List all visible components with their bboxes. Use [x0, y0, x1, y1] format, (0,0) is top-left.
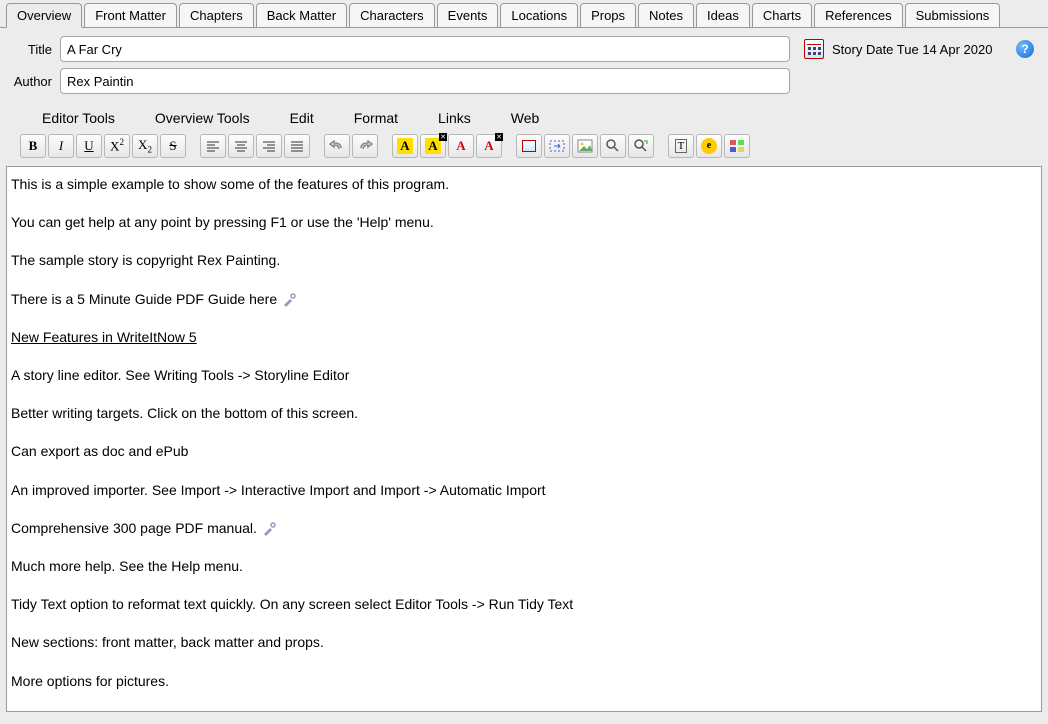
body-paragraph: Better writing targets. Click on the bot…	[11, 404, 1037, 422]
color-palette-button[interactable]	[724, 134, 750, 158]
align-right-button[interactable]	[256, 134, 282, 158]
tab-events[interactable]: Events	[437, 3, 499, 28]
tab-characters[interactable]: Characters	[349, 3, 435, 28]
editor-area[interactable]: This is a simple example to show some of…	[6, 166, 1042, 712]
body-heading: New Features in WriteItNow 5	[11, 328, 1037, 346]
emoji-button[interactable]: e	[696, 134, 722, 158]
body-paragraph: This is a simple example to show some of…	[11, 175, 1037, 193]
title-label: Title	[8, 42, 60, 57]
subscript-button[interactable]: X2	[132, 134, 158, 158]
underline-button[interactable]: U	[76, 134, 102, 158]
body-paragraph: The sample story is copyright Rex Painti…	[11, 251, 1037, 269]
insert-link-button[interactable]	[544, 134, 570, 158]
body-paragraph: There is a 5 Minute Guide PDF Guide here	[11, 290, 1037, 308]
menu-links[interactable]: Links	[438, 110, 471, 126]
tab-charts[interactable]: Charts	[752, 3, 812, 28]
bold-button[interactable]: B	[20, 134, 46, 158]
help-icon[interactable]: ?	[1016, 40, 1034, 58]
menu-web[interactable]: Web	[511, 110, 540, 126]
find-replace-button[interactable]	[628, 134, 654, 158]
tab-references[interactable]: References	[814, 3, 902, 28]
body-paragraph: Much more help. See the Help menu.	[11, 557, 1037, 575]
undo-button[interactable]	[324, 134, 350, 158]
body-paragraph: Can export as doc and ePub	[11, 442, 1037, 460]
menu-edit[interactable]: Edit	[290, 110, 314, 126]
body-paragraph: More options for pictures.	[11, 672, 1037, 690]
tab-overview[interactable]: Overview	[6, 3, 82, 28]
tab-locations[interactable]: Locations	[500, 3, 578, 28]
author-label: Author	[8, 74, 60, 89]
title-input[interactable]	[60, 36, 790, 62]
clear-highlight-button[interactable]: A✕	[420, 134, 446, 158]
tab-notes[interactable]: Notes	[638, 3, 694, 28]
insert-date-button[interactable]	[516, 134, 542, 158]
tab-bar: Overview Front Matter Chapters Back Matt…	[0, 0, 1048, 27]
tools-icon	[281, 292, 297, 308]
align-center-button[interactable]	[228, 134, 254, 158]
menu-bar: Editor Tools Overview Tools Edit Format …	[0, 94, 1048, 132]
tab-submissions[interactable]: Submissions	[905, 3, 1001, 28]
body-paragraph: New sections: front matter, back matter …	[11, 633, 1037, 651]
search-button[interactable]	[600, 134, 626, 158]
tab-ideas[interactable]: Ideas	[696, 3, 750, 28]
align-left-button[interactable]	[200, 134, 226, 158]
tab-back-matter[interactable]: Back Matter	[256, 3, 347, 28]
insert-image-button[interactable]	[572, 134, 598, 158]
text-color-button[interactable]: A	[448, 134, 474, 158]
tab-front-matter[interactable]: Front Matter	[84, 3, 177, 28]
body-paragraph: Comprehensive 300 page PDF manual.	[11, 519, 1037, 537]
body-paragraph: Tidy Text option to reformat text quickl…	[11, 595, 1037, 613]
strikethrough-button[interactable]: S	[160, 134, 186, 158]
body-paragraph: You can get help at any point by pressin…	[11, 213, 1037, 231]
body-paragraph: A story line editor. See Writing Tools -…	[11, 366, 1037, 384]
align-justify-button[interactable]	[284, 134, 310, 158]
body-paragraph: An improved importer. See Import -> Inte…	[11, 481, 1037, 499]
tools-icon	[261, 521, 277, 537]
author-input[interactable]	[60, 68, 790, 94]
menu-overview-tools[interactable]: Overview Tools	[155, 110, 250, 126]
redo-button[interactable]	[352, 134, 378, 158]
tab-props[interactable]: Props	[580, 3, 636, 28]
text-tool-button[interactable]: T	[668, 134, 694, 158]
menu-format[interactable]: Format	[354, 110, 398, 126]
italic-button[interactable]: I	[48, 134, 74, 158]
menu-editor-tools[interactable]: Editor Tools	[42, 110, 115, 126]
toolbar: B I U X2 X2 S A A✕ A	[0, 132, 1048, 162]
superscript-button[interactable]: X2	[104, 134, 130, 158]
body-paragraph: Chapter and scene summaries. Select a sc…	[11, 710, 1037, 712]
calendar-icon[interactable]	[804, 39, 824, 59]
tab-chapters[interactable]: Chapters	[179, 3, 254, 28]
story-date-text: Story Date Tue 14 Apr 2020	[832, 42, 992, 57]
clear-text-color-button[interactable]: A✕	[476, 134, 502, 158]
highlight-button[interactable]: A	[392, 134, 418, 158]
